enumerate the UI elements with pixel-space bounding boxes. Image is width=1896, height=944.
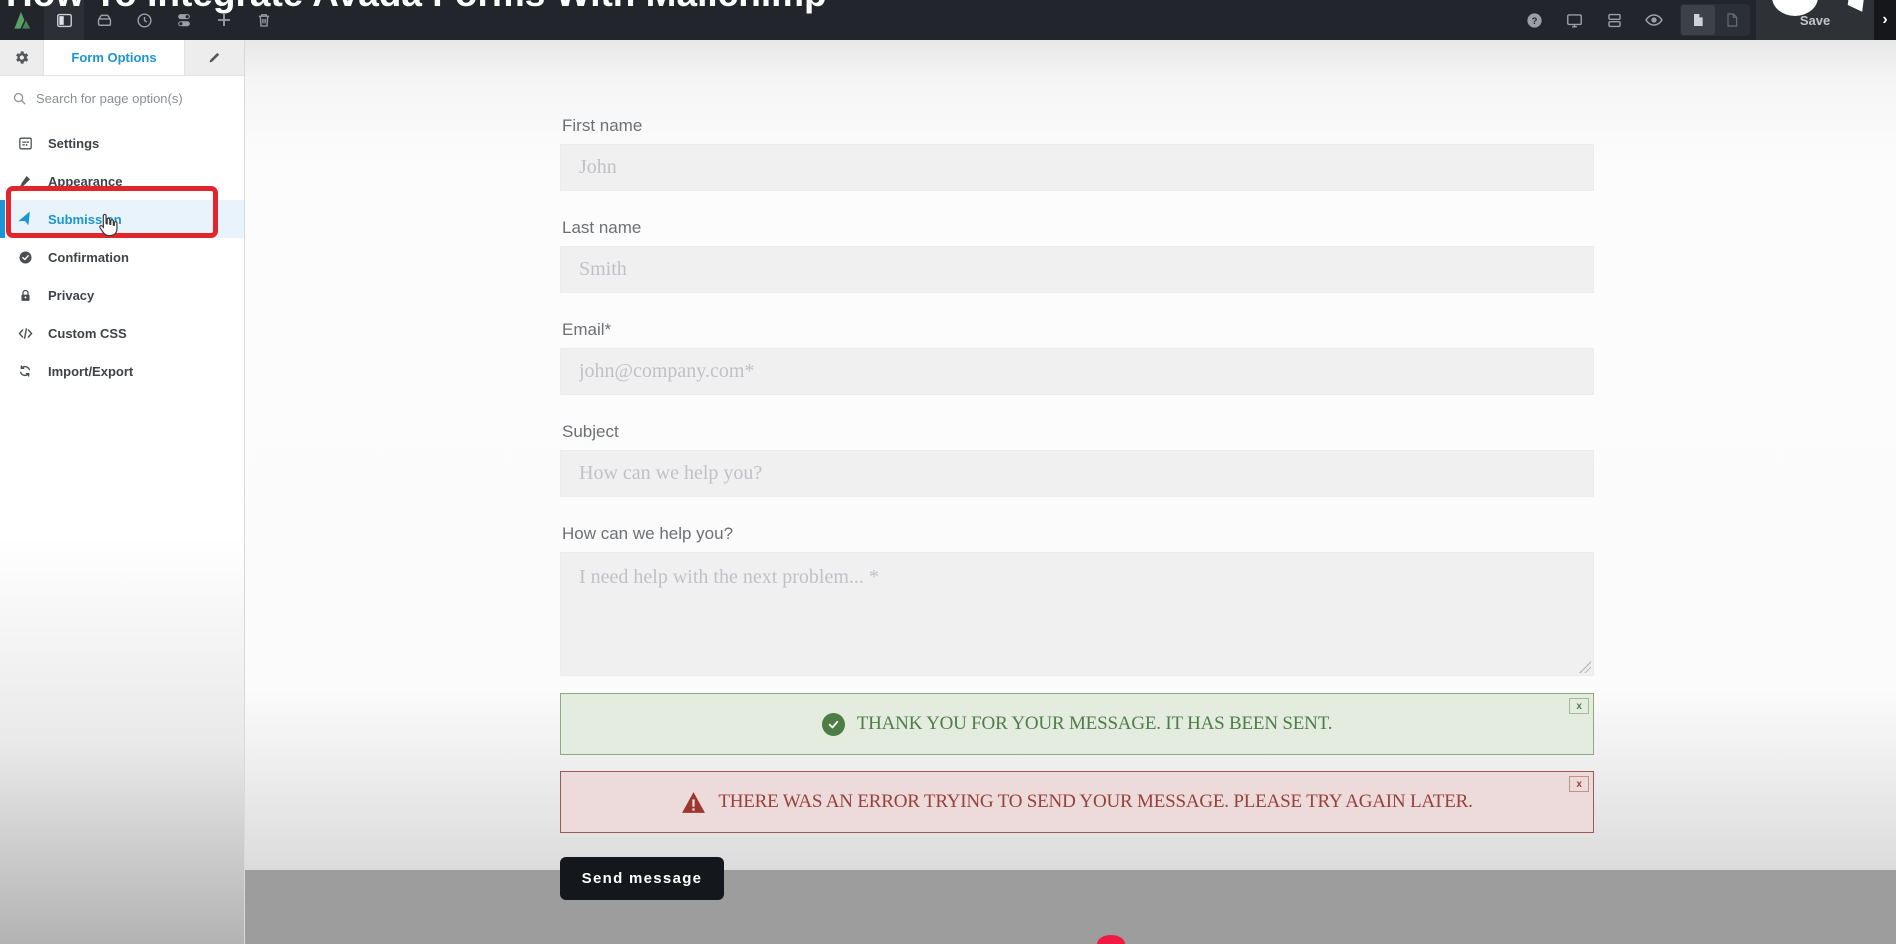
- sidebar-item-label: Submission: [48, 211, 122, 227]
- message-textarea[interactable]: [560, 552, 1594, 676]
- gear-tab-icon[interactable]: [0, 40, 44, 75]
- success-alert-text: THANK YOU FOR YOUR MESSAGE. IT HAS BEEN …: [856, 713, 1333, 734]
- warning-triangle-icon: [681, 791, 706, 814]
- sidebar-item-label: Settings: [48, 135, 100, 151]
- avada-logo-icon[interactable]: [0, 0, 44, 40]
- cards-view-icon[interactable]: [1594, 0, 1634, 40]
- field-label: First name: [562, 116, 643, 135]
- paintbrush-icon: [16, 173, 34, 189]
- field-email: Email*: [560, 320, 1594, 395]
- toggles-icon[interactable]: [164, 0, 204, 40]
- sidebar-item-label: Import/Export: [48, 363, 134, 379]
- page-active-icon[interactable]: [1681, 5, 1715, 35]
- sidebar-item-confirmation[interactable]: Confirmation: [0, 238, 244, 276]
- subject-input[interactable]: [560, 450, 1594, 497]
- send-message-button[interactable]: Send message: [560, 857, 724, 900]
- error-alert-text: THERE WAS AN ERROR TRYING TO SEND YOUR M…: [718, 791, 1473, 812]
- sidebar-item-privacy[interactable]: Privacy: [0, 276, 244, 314]
- sidebar-search: [0, 76, 244, 120]
- paper-plane-icon: [16, 211, 34, 227]
- close-icon[interactable]: x: [1569, 698, 1589, 714]
- sidebar-item-appearance[interactable]: Appearance: [0, 162, 244, 200]
- add-icon[interactable]: [204, 0, 244, 40]
- search-icon: [13, 92, 26, 105]
- form-options-sidebar: Form Options Settings: [0, 40, 245, 944]
- sidebar-item-import-export[interactable]: Import/Export: [0, 352, 244, 390]
- top-toolbar: ? Save ›: [0, 0, 1896, 40]
- field-last-name: Last name: [560, 218, 1594, 293]
- page-inactive-icon[interactable]: [1715, 5, 1749, 35]
- panel-title-tab[interactable]: Form Options: [44, 40, 184, 75]
- page-state-toggle: [1680, 4, 1750, 36]
- sidebar-item-label: Confirmation: [48, 249, 129, 265]
- close-icon[interactable]: x: [1569, 776, 1589, 792]
- error-alert: THERE WAS AN ERROR TRYING TO SEND YOUR M…: [560, 771, 1594, 833]
- search-input[interactable]: [36, 90, 232, 106]
- collapse-chevron-icon[interactable]: ›: [1874, 0, 1896, 40]
- field-message: How can we help you?: [560, 524, 1594, 676]
- sync-icon: [16, 363, 34, 379]
- field-label: Subject: [562, 422, 619, 441]
- sidebar-item-label: Privacy: [48, 287, 95, 303]
- email-input[interactable]: [560, 348, 1594, 395]
- first-name-input[interactable]: [560, 144, 1594, 191]
- contact-form-preview: First name Last name Email* Subject How …: [560, 116, 1594, 900]
- success-alert: THANK YOU FOR YOUR MESSAGE. IT HAS BEEN …: [560, 693, 1594, 755]
- pencil-tab-icon[interactable]: [184, 40, 244, 75]
- field-label: Email*: [562, 320, 612, 339]
- sidebar-item-submission[interactable]: Submission: [0, 200, 244, 238]
- sidebar-item-settings[interactable]: Settings: [0, 124, 244, 162]
- last-name-input[interactable]: [560, 246, 1594, 293]
- badge-check-icon: [16, 249, 34, 266]
- history-clock-icon[interactable]: [124, 0, 164, 40]
- settings-panel-icon: [16, 135, 34, 152]
- builder-window: How To Integrate Avada Forms With Mailch…: [0, 0, 1896, 944]
- field-label: How can we help you?: [562, 524, 734, 543]
- lock-icon: [16, 288, 34, 303]
- field-label: Last name: [562, 218, 642, 237]
- sidebar-toggle-icon[interactable]: [44, 0, 84, 40]
- sidebar-menu: Settings Appearance Submission Confirmat…: [0, 120, 244, 390]
- sidebar-header: Form Options: [0, 40, 244, 76]
- help-icon[interactable]: ?: [1514, 0, 1554, 40]
- sidebar-item-label: Custom CSS: [48, 325, 127, 341]
- sidebar-item-custom-css[interactable]: Custom CSS: [0, 314, 244, 352]
- field-first-name: First name: [560, 116, 1594, 191]
- toolbar-right-group: ? Save ›: [1514, 0, 1896, 40]
- desktop-preview-icon[interactable]: [1554, 0, 1594, 40]
- toolbar-left-group: [0, 0, 284, 40]
- field-subject: Subject: [560, 422, 1594, 497]
- svg-text:?: ?: [1531, 16, 1537, 27]
- archive-icon[interactable]: [84, 0, 124, 40]
- preview-eye-icon[interactable]: [1634, 0, 1674, 40]
- check-circle-icon: [821, 712, 845, 736]
- sidebar-item-label: Appearance: [48, 173, 123, 189]
- delete-trash-icon[interactable]: [244, 0, 284, 40]
- code-icon: [16, 325, 34, 342]
